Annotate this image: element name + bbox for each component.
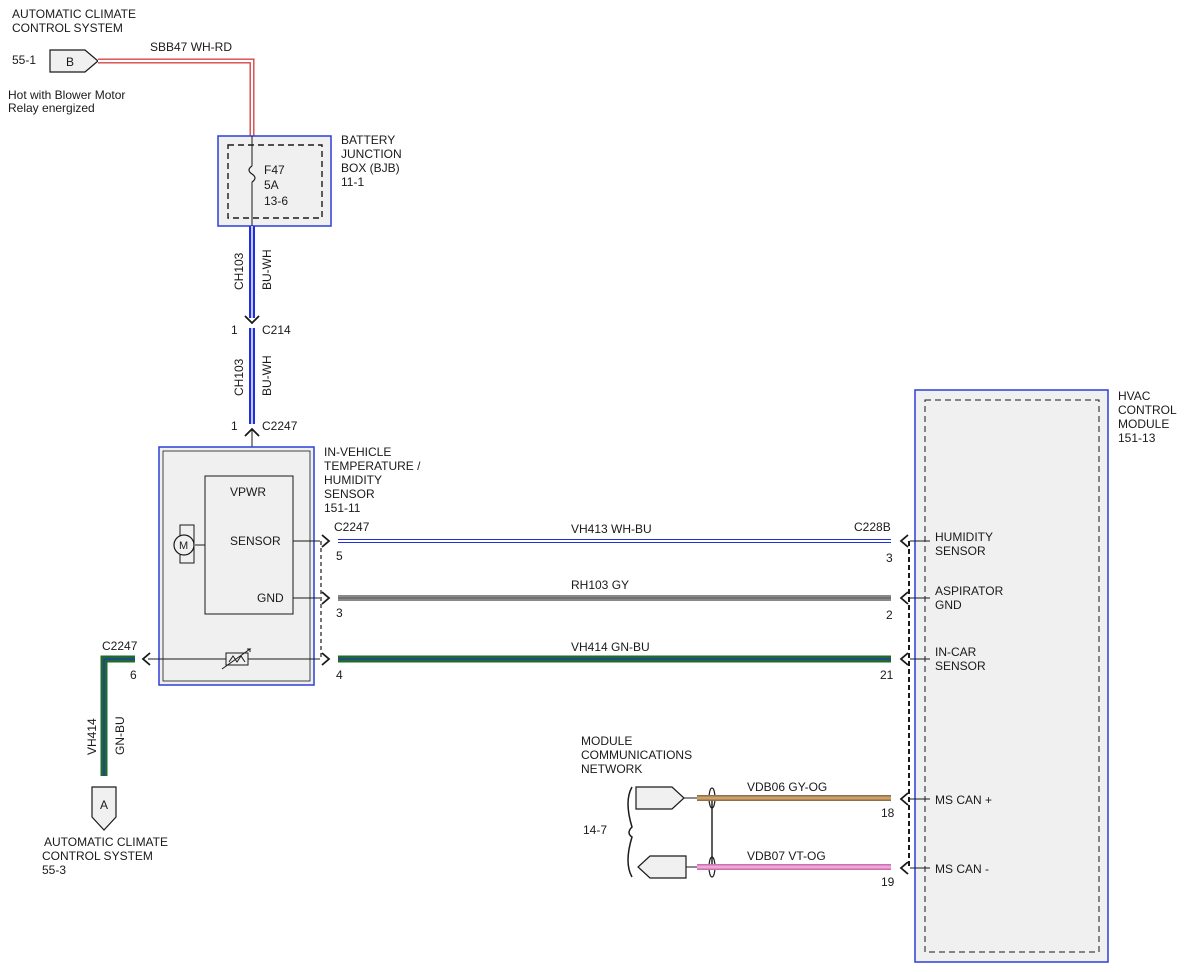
fuse-rating: 5A xyxy=(264,178,279,192)
wire-ch103-upper: CH103 BU-WH xyxy=(232,226,274,318)
fuse-name: F47 xyxy=(264,163,285,177)
c2247-pin3-arrow-icon xyxy=(321,591,331,605)
hvac-incar-2: SENSOR xyxy=(935,659,986,673)
sensor-title-4: SENSOR xyxy=(324,487,375,501)
left-branch-pin: 6 xyxy=(130,668,137,682)
network-group: MODULE COMMUNICATIONS NETWORK 14-7 xyxy=(581,734,716,879)
wire-vh413-left-pin: 5 xyxy=(336,549,343,563)
hvac-incar-1: IN-CAR xyxy=(935,645,977,659)
sensor-title-2: TEMPERATURE / xyxy=(324,459,421,473)
bottom-acc-ref: 55-3 xyxy=(42,863,66,877)
bjb-title-3: BOX (BJB) xyxy=(341,161,400,175)
c2247-top-pin: 1 xyxy=(231,419,238,433)
network-ref: 14-7 xyxy=(583,823,607,837)
wire-vdb06-right-pin: 18 xyxy=(881,806,895,820)
wire-ch103-circuit-2: CH103 xyxy=(232,358,246,396)
left-branch-color: GN-BU xyxy=(113,716,127,755)
hvac-title-1: HVAC xyxy=(1118,389,1151,403)
top-acc-note-2: Relay energized xyxy=(8,101,95,115)
pin-sensor-label: SENSOR xyxy=(230,534,281,548)
can-minus-connector-shape xyxy=(637,855,687,879)
c2247-pin4-arrow-icon xyxy=(321,652,331,666)
wire-vdb06: VDB06 GY-OG 18 xyxy=(697,780,895,820)
sensor-module-group: VPWR SENSOR GND M IN-VEHICLE TEMPERATURE… xyxy=(148,445,421,686)
c214-pin: 1 xyxy=(231,323,238,337)
connector-b-letter: B xyxy=(66,55,74,69)
top-acc-title-1: AUTOMATIC CLIMATE xyxy=(12,7,136,21)
top-acc-title-2: CONTROL SYSTEM xyxy=(12,21,123,35)
left-branch-circuit: VH414 xyxy=(85,718,99,755)
wire-rh103: RH103 GY 3 2 xyxy=(336,578,893,622)
fuse-ref: 13-6 xyxy=(264,194,288,208)
wire-vh413: VH413 WH-BU C2247 C228B 5 3 xyxy=(334,520,893,565)
wire-vh414-right-pin: 21 xyxy=(880,668,894,682)
hvac-ref: 151-13 xyxy=(1118,431,1156,445)
hvac-aspirator-1: ASPIRATOR xyxy=(935,584,1004,598)
motor-label: M xyxy=(179,540,188,552)
c214-name: C214 xyxy=(262,323,291,337)
wire-vdb06-label: VDB06 GY-OG xyxy=(747,780,827,794)
bottom-acc-title-1: AUTOMATIC CLIMATE xyxy=(44,835,168,849)
network-bracket xyxy=(627,786,633,878)
hvac-mscan-plus: MS CAN + xyxy=(935,793,992,807)
network-title-2: COMMUNICATIONS xyxy=(581,748,692,762)
c228b-pin3-arrow-icon xyxy=(899,534,909,548)
c2247-pin5-arrow-icon xyxy=(321,534,331,548)
left-branch-group: C2247 6 VH414 GN-BU A AUTOMATIC CLIMATE … xyxy=(42,639,168,877)
c2247-top-name: C2247 xyxy=(262,419,298,433)
wire-vdb07-right-pin: 19 xyxy=(881,875,895,889)
bottom-acc-title-2: CONTROL SYSTEM xyxy=(42,849,153,863)
sensor-title-3: HUMIDITY xyxy=(324,473,382,487)
c2247-right-connector xyxy=(320,534,331,666)
hvac-aspirator-2: GND xyxy=(935,598,962,612)
wire-vdb07: VDB07 VT-OG 19 xyxy=(697,849,895,889)
wire-rh103-right-pin: 2 xyxy=(886,608,893,622)
c228b-pin21-arrow-icon xyxy=(899,652,909,666)
wire-ch103-lower: CH103 BU-WH xyxy=(232,328,274,424)
can-plus-connector-shape xyxy=(635,786,685,810)
bjb-title-2: JUNCTION xyxy=(341,147,402,161)
network-title-1: MODULE xyxy=(581,734,632,748)
wire-rh103-label: RH103 GY xyxy=(571,578,629,592)
top-acc-ref: 55-1 xyxy=(12,53,36,67)
pin-gnd-label: GND xyxy=(257,591,284,605)
wire-vh413-right-conn: C228B xyxy=(854,520,891,534)
sensor-ref: 151-11 xyxy=(324,501,361,515)
c228b-pin2-arrow-icon xyxy=(899,591,909,605)
wire-vh414-left-pin: 4 xyxy=(336,668,343,682)
hvac-humidity-1: HUMIDITY xyxy=(935,530,993,544)
wire-ch103-color-1: BU-WH xyxy=(260,249,274,290)
wire-vh414-label: VH414 GN-BU xyxy=(571,640,650,654)
c228b-pin19-arrow-icon xyxy=(899,861,909,875)
hvac-humidity-2: SENSOR xyxy=(935,544,986,558)
pin-vpwr-label: VPWR xyxy=(230,485,266,499)
hvac-title-2: CONTROL xyxy=(1118,403,1177,417)
bjb-group: F47 5A 13-6 BATTERY JUNCTION BOX (BJB) 1… xyxy=(217,133,402,227)
left-branch-conn: C2247 xyxy=(102,639,138,653)
c228b-pin18-arrow-icon xyxy=(899,792,909,806)
connector-a-letter: A xyxy=(100,798,108,812)
hvac-module-box xyxy=(914,389,1109,963)
wire-vh414: VH414 GN-BU 4 21 xyxy=(336,640,894,682)
wire-vdb07-label: VDB07 VT-OG xyxy=(747,849,826,863)
wire-ch103-color-2: BU-WH xyxy=(260,355,274,396)
sensor-title-1: IN-VEHICLE xyxy=(324,445,391,459)
wiring-diagram: AUTOMATIC CLIMATE CONTROL SYSTEM 55-1 B … xyxy=(8,7,1177,963)
hvac-title-3: MODULE xyxy=(1118,417,1169,431)
c228b-connector xyxy=(899,534,910,875)
bjb-title-1: BATTERY xyxy=(341,133,395,147)
wire-vh413-left-conn: C2247 xyxy=(334,520,370,534)
wire-rh103-left-pin: 3 xyxy=(336,606,343,620)
network-title-3: NETWORK xyxy=(581,762,642,776)
c214-connector: 1 C214 xyxy=(231,315,291,337)
wire-vh413-label: VH413 WH-BU xyxy=(571,522,652,536)
wire-sbb47-label: SBB47 WH-RD xyxy=(150,40,232,54)
hvac-module-group: HVAC CONTROL MODULE 151-13 HUMIDITY SENS… xyxy=(910,389,1177,963)
top-acc-note-1: Hot with Blower Motor xyxy=(8,88,125,102)
wire-vh413-right-pin: 3 xyxy=(886,551,893,565)
hvac-mscan-minus: MS CAN - xyxy=(935,862,989,876)
bjb-ref: 11-1 xyxy=(341,175,364,189)
wire-ch103-circuit-1: CH103 xyxy=(232,252,246,290)
